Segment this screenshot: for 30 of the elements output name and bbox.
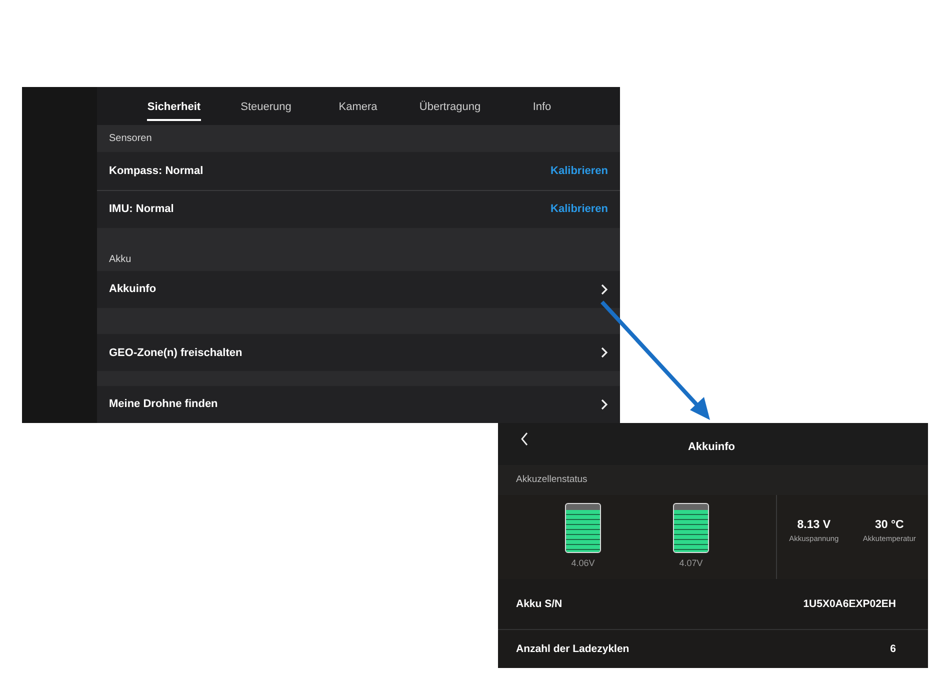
cell-voltage: 4.06V	[571, 558, 595, 568]
row-label: IMU: Normal	[109, 203, 174, 216]
battery-cell-meter	[565, 502, 601, 553]
calibrate-link[interactable]: Kalibrieren	[550, 164, 608, 177]
calibrate-link[interactable]: Kalibrieren	[550, 203, 608, 216]
row-label: GEO-Zone(n) freischalten	[109, 346, 242, 358]
section-header: Akkuzellenstatus	[498, 464, 928, 495]
tab[interactable]: Info	[496, 87, 588, 126]
tab[interactable]: Sicherheit	[128, 87, 220, 126]
battery-cell-meter	[673, 502, 709, 553]
row-label: Akkuinfo	[109, 283, 156, 296]
chevron-right-icon	[600, 284, 608, 295]
stat-value: 30 °C	[874, 519, 904, 532]
screen-title: Akkuinfo	[686, 440, 736, 453]
info-value: 6	[890, 643, 896, 656]
row-label: Meine Drohne finden	[109, 398, 218, 410]
section-header: Sensoren	[97, 125, 620, 152]
tab[interactable]: Übertragung	[404, 87, 496, 126]
row-label: Kompass: Normal	[109, 164, 204, 177]
chevron-right-icon	[600, 398, 608, 410]
cell-voltage: 4.07V	[679, 558, 703, 568]
stat-value: 8.13 V	[797, 519, 831, 532]
chevron-right-icon	[600, 347, 608, 358]
section-header: Akku	[97, 228, 620, 270]
info-label: Anzahl der Ladezyklen	[516, 643, 630, 656]
info-label: Akku S/N	[516, 598, 562, 610]
tab[interactable]: Steuerung	[220, 87, 312, 126]
back-icon[interactable]	[520, 432, 529, 446]
tab[interactable]: Kamera	[312, 87, 404, 126]
info-value: 1U5X0A6EXP02EH	[803, 598, 896, 610]
